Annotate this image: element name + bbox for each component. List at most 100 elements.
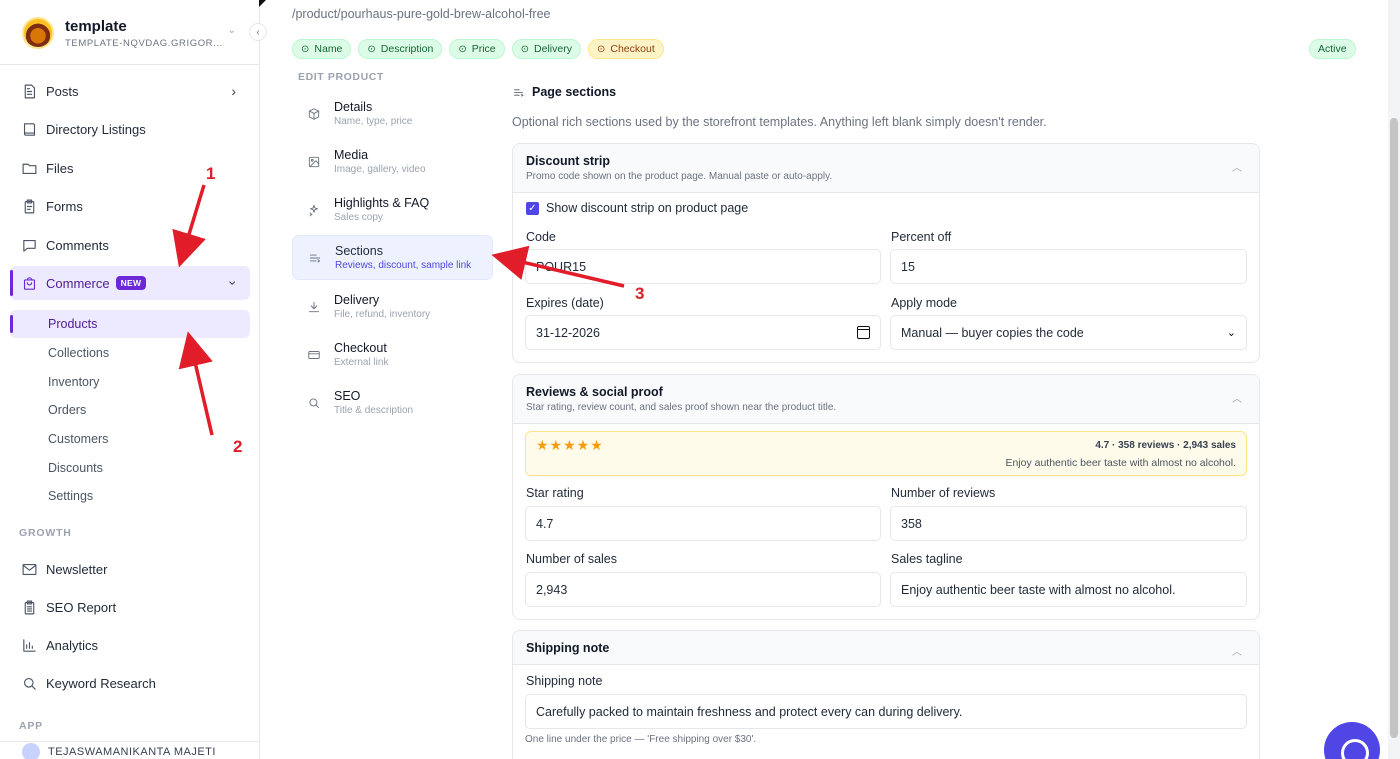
sidebar-item-directory[interactable]: Directory Listings [10,112,250,146]
check-circle-icon: ⊙ [301,43,310,55]
chip-delivery[interactable]: ⊙ Delivery [511,39,581,59]
edit-nav-highlights[interactable]: Highlights & FAQ Sales copy [292,187,493,232]
sidebar-subitem-collections[interactable]: Collections [10,339,250,367]
sidebar-subitem-settings[interactable]: Settings [10,482,250,510]
edit-nav-delivery[interactable]: Delivery File, refund, inventory [292,284,493,329]
sidebar-item-label: Commerce [46,275,110,291]
chevron-up-icon[interactable]: ︿ [1232,159,1242,174]
edit-nav-checkout[interactable]: Checkout External link [292,332,493,377]
section-label-app: APP [19,720,43,732]
reviews-card-header[interactable]: Reviews & social proof Star rating, revi… [513,375,1259,424]
star-rating-icon: ★★★★★ [536,437,604,453]
chip-label: Price [471,43,496,55]
workspace-name: template [65,17,127,35]
sidebar-item-seo-report[interactable]: SEO Report [10,590,250,624]
discount-card-header[interactable]: Discount strip Promo code shown on the p… [513,144,1259,193]
shipping-note-hint: One line under the price — 'Free shippin… [525,734,757,745]
sections-icon [514,88,524,97]
edit-nav-subtitle: Name, type, price [334,116,413,127]
calendar-icon[interactable] [857,326,870,339]
download-icon [308,301,320,312]
chevron-up-icon[interactable]: ︿ [1232,643,1242,658]
sidebar-subitem-inventory[interactable]: Inventory [10,368,250,396]
preview-tagline: Enjoy authentic beer taste with almost n… [1005,457,1236,469]
edit-nav-subtitle: Image, gallery, video [334,164,426,175]
edit-product-label: EDIT PRODUCT [298,71,384,83]
edit-nav-title: Delivery [334,293,380,307]
sidebar-subitem-products[interactable]: Products [10,310,250,338]
sidebar-item-forms[interactable]: Forms [10,189,250,223]
edit-nav-media[interactable]: Media Image, gallery, video [292,139,493,184]
star-rating-input[interactable]: 4.7 [525,506,881,541]
chip-label: Checkout [610,43,655,55]
card-title: Shipping note [526,641,610,655]
annotation-number-2: 2 [233,437,243,456]
apply-mode-select[interactable]: Manual — buyer copies the code ⌄ [890,315,1247,350]
card-title: Reviews & social proof [526,385,663,399]
search-icon [309,397,320,408]
check-circle-icon: ⊙ [520,43,530,55]
edit-nav-subtitle: Sales copy [334,212,383,223]
chat-icon [23,239,36,252]
sidebar-subitem-customers[interactable]: Customers [10,425,250,453]
code-input[interactable]: POUR15 [525,249,881,284]
chevron-down-icon: ⌄ [1226,327,1236,339]
sidebar-subitem-discounts[interactable]: Discounts [10,454,250,482]
number-of-sales-input[interactable]: 2,943 [525,572,881,607]
sidebar-item-label: Posts [46,83,79,99]
annotation-number-1: 1 [206,164,216,183]
chip-price[interactable]: ⊙ Price [449,39,505,59]
bar-chart-icon [23,638,36,652]
shipping-note-input[interactable]: Carefully packed to maintain freshness a… [525,694,1247,729]
expires-date-input[interactable]: 31-12-2026 [525,315,881,350]
sales-tagline-input[interactable]: Enjoy authentic beer taste with almost n… [890,572,1247,607]
expires-label: Expires (date) [526,296,604,310]
sidebar-item-keyword-research[interactable]: Keyword Research [10,666,250,700]
shipping-card-header[interactable]: Shipping note ︿ [513,631,1259,665]
chip-checkout[interactable]: ⊙ Checkout [587,39,664,59]
card-subtitle: Star rating, review count, and sales pro… [526,402,837,413]
sidebar-item-label: Comments [46,237,109,253]
edit-nav-title: Sections [335,244,383,258]
page-title: Page sections [532,85,617,99]
sidebar-item-analytics[interactable]: Analytics [10,628,250,662]
edit-nav-seo[interactable]: SEO Title & description [292,380,493,425]
chevron-up-icon[interactable]: ︿ [1232,390,1242,405]
sidebar-item-label: Analytics [46,637,99,653]
scrollbar-thumb[interactable] [1390,118,1398,738]
sidebar-subitem-orders[interactable]: Orders [10,396,250,424]
mail-icon [22,563,37,575]
edit-nav-subtitle: Title & description [334,405,414,416]
edit-nav-subtitle: Reviews, discount, sample link [335,260,472,271]
avatar [22,743,40,759]
page-sections-heading: Page sections [512,85,616,99]
sidebar-item-comments[interactable]: Comments [10,228,250,262]
percent-off-input[interactable]: 15 [890,249,1247,284]
chip-description[interactable]: ⊙ Description [358,39,443,59]
sidebar-item-label: Newsletter [46,561,108,577]
sidebar-item-posts[interactable]: Posts › [10,74,250,108]
collapse-sidebar-button[interactable]: ‹ [249,23,267,41]
chat-launcher-button[interactable] [1324,722,1380,759]
apply-mode-label: Apply mode [891,296,958,310]
sidebar-item-commerce[interactable]: Commerce NEW › [10,266,250,300]
workspace-switcher[interactable]: template TEMPLATE-NQVDAG.GRIGOR... ⌄ [22,16,252,50]
workspace-logo [22,17,54,49]
folder-icon [22,163,37,174]
edit-nav-details[interactable]: Details Name, type, price [292,91,493,136]
chevron-right-icon: › [231,83,236,99]
show-discount-checkbox[interactable]: ✓ Show discount strip on product page [526,201,748,215]
preview-stats: 4.7 · 358 reviews · 2,943 sales [1095,440,1236,451]
user-menu[interactable]: TEJASWAMANIKANTA MAJETI [22,742,216,759]
section-label-growth: GROWTH [19,527,72,539]
number-of-reviews-label: Number of reviews [891,486,996,500]
sidebar-item-label: Directory Listings [46,121,146,137]
edit-nav-title: Details [334,100,373,114]
number-of-reviews-input[interactable]: 358 [890,506,1247,541]
edit-nav-sections[interactable]: Sections Reviews, discount, sample link [292,235,493,280]
credit-card-icon [308,350,320,359]
sidebar-item-newsletter[interactable]: Newsletter [10,552,250,586]
image-icon [308,156,320,167]
chip-name[interactable]: ⊙ Name [292,39,352,59]
annotation-number-3: 3 [635,284,645,303]
